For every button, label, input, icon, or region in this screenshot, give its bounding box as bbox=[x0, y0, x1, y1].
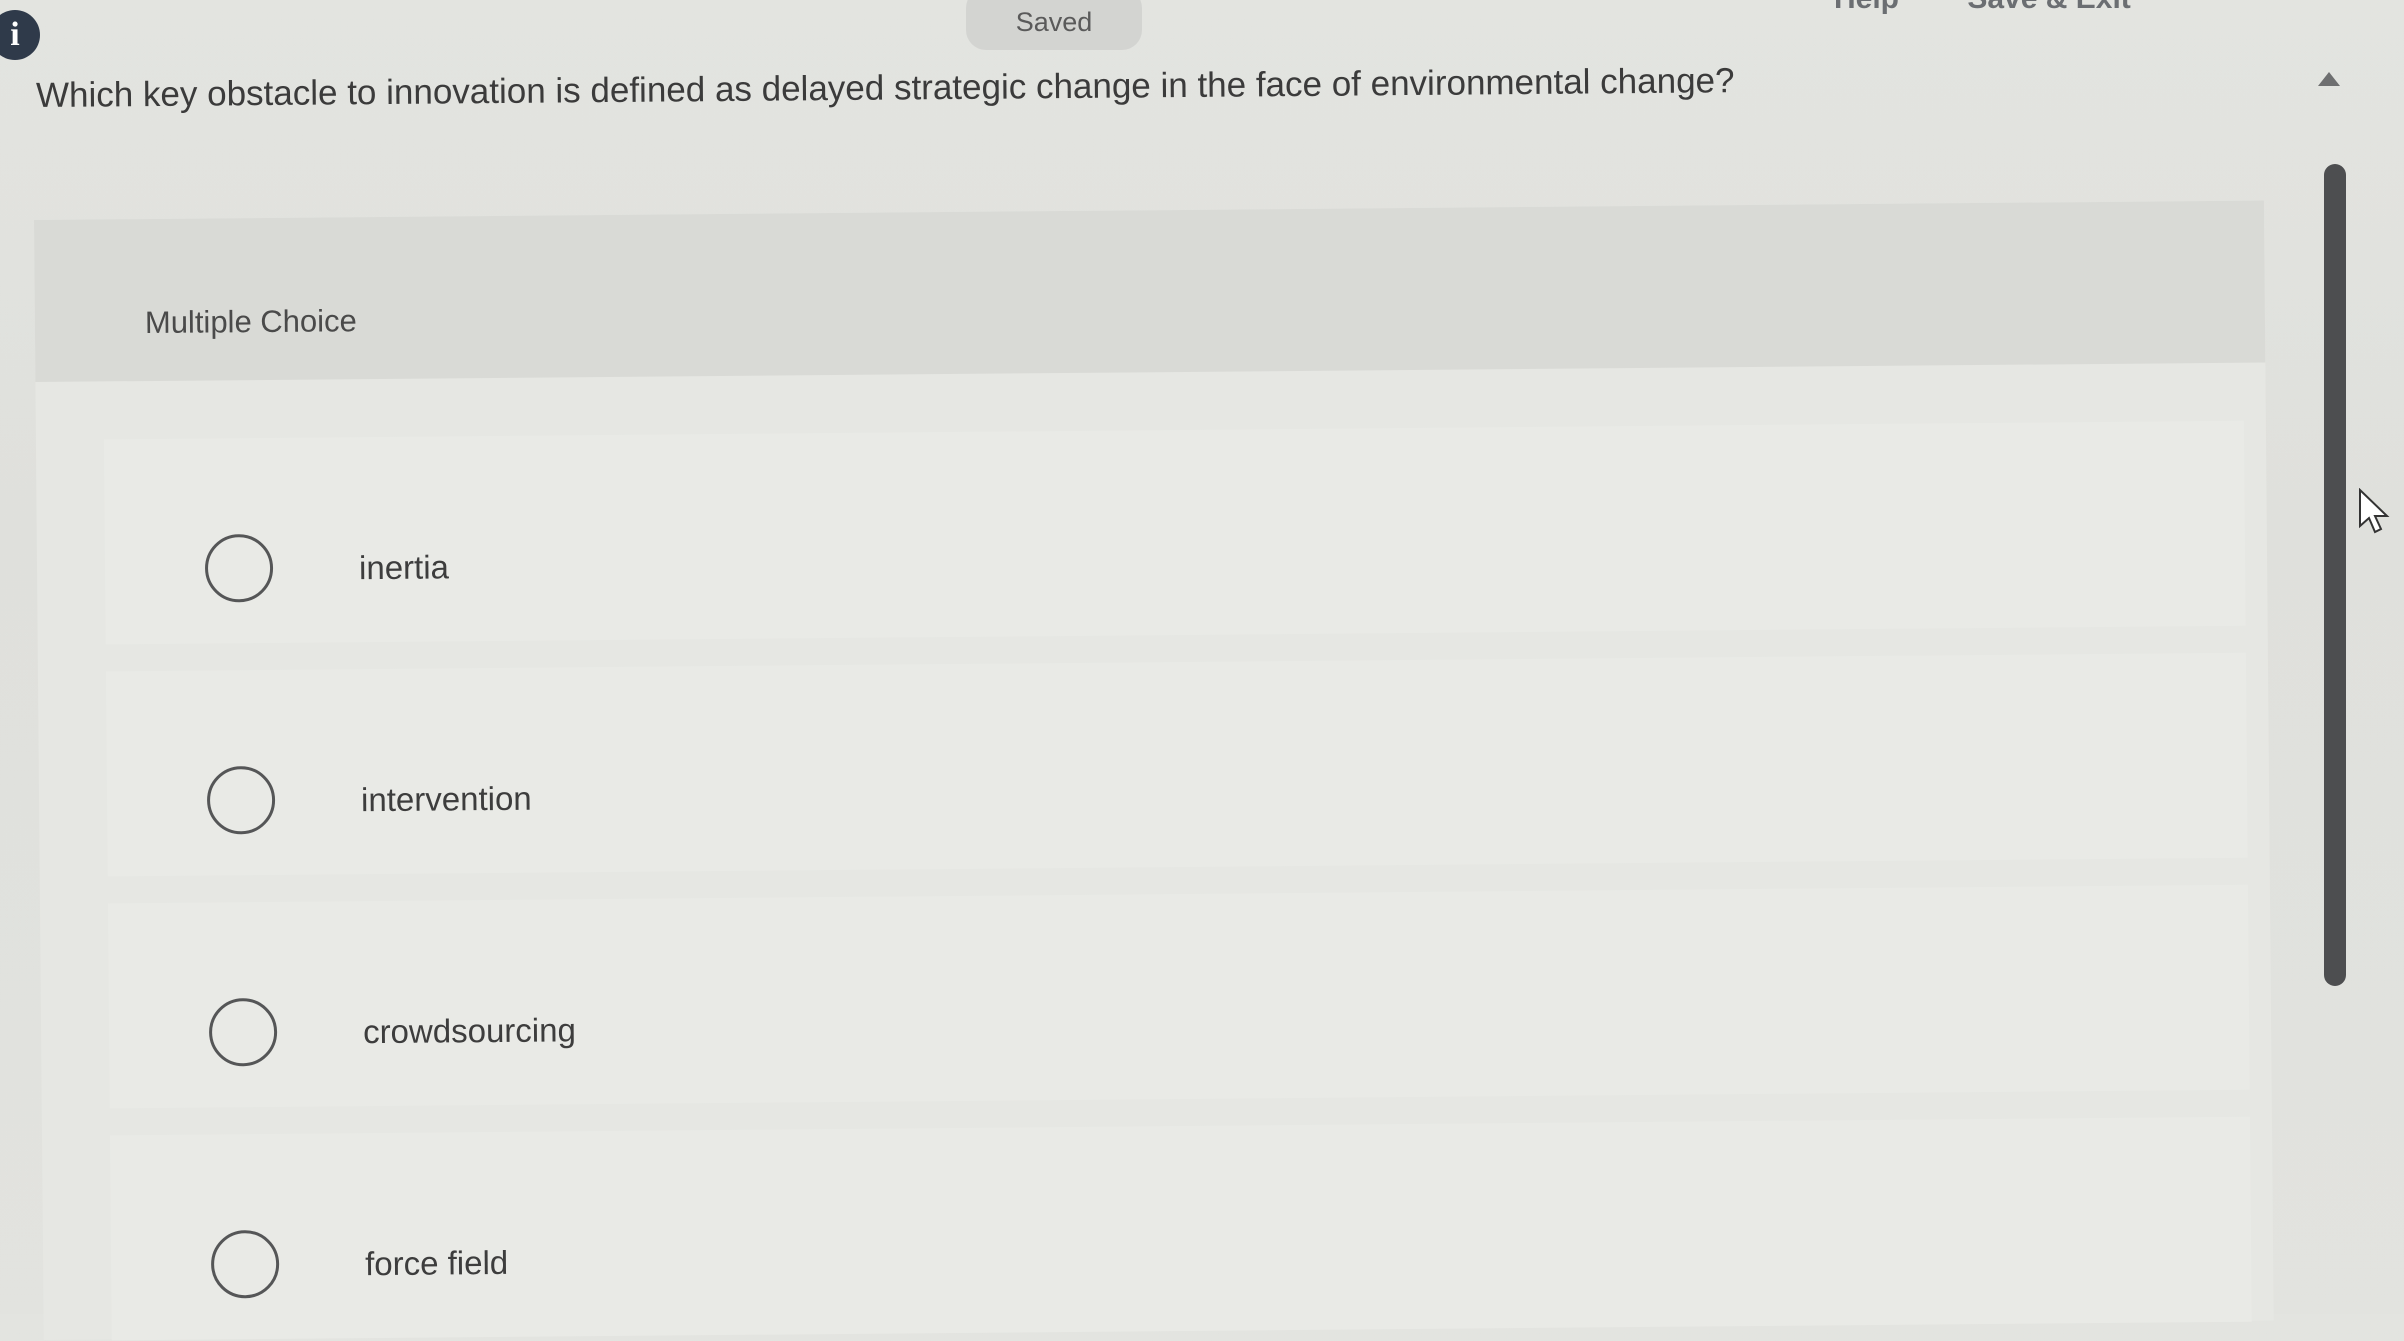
save-exit-link[interactable]: Save & Exit bbox=[1967, 0, 2130, 15]
option-label[interactable]: intervention bbox=[361, 780, 532, 819]
saved-status-badge: Saved bbox=[966, 0, 1142, 50]
answer-option-intervention[interactable]: intervention bbox=[105, 652, 2248, 877]
radio-button[interactable] bbox=[204, 533, 274, 603]
answer-option-crowdsourcing[interactable]: crowdsourcing bbox=[107, 884, 2250, 1109]
scroll-up-arrow-icon[interactable] bbox=[2318, 72, 2340, 86]
radio-button[interactable] bbox=[206, 765, 276, 835]
help-link[interactable]: Help bbox=[1834, 0, 1899, 15]
question-type-label: Multiple Choice bbox=[144, 303, 357, 341]
info-icon[interactable]: i bbox=[0, 10, 40, 60]
option-label[interactable]: force field bbox=[365, 1244, 508, 1283]
option-label[interactable]: crowdsourcing bbox=[363, 1011, 576, 1051]
top-links: Help Save & Exit bbox=[1834, 0, 2191, 16]
answer-option-inertia[interactable]: inertia bbox=[103, 420, 2246, 645]
option-label[interactable]: inertia bbox=[359, 548, 449, 587]
question-text: Which key obstacle to innovation is defi… bbox=[35, 61, 1735, 115]
answer-option-force-field[interactable]: force field bbox=[109, 1116, 2252, 1341]
radio-button[interactable] bbox=[210, 1229, 280, 1299]
radio-button[interactable] bbox=[208, 997, 278, 1067]
mouse-pointer-icon bbox=[2359, 488, 2390, 534]
card-header: Multiple Choice bbox=[34, 200, 2266, 382]
question-card: Multiple Choice inertia intervention cro… bbox=[34, 200, 2274, 1341]
scrollbar-thumb[interactable] bbox=[2324, 164, 2346, 986]
